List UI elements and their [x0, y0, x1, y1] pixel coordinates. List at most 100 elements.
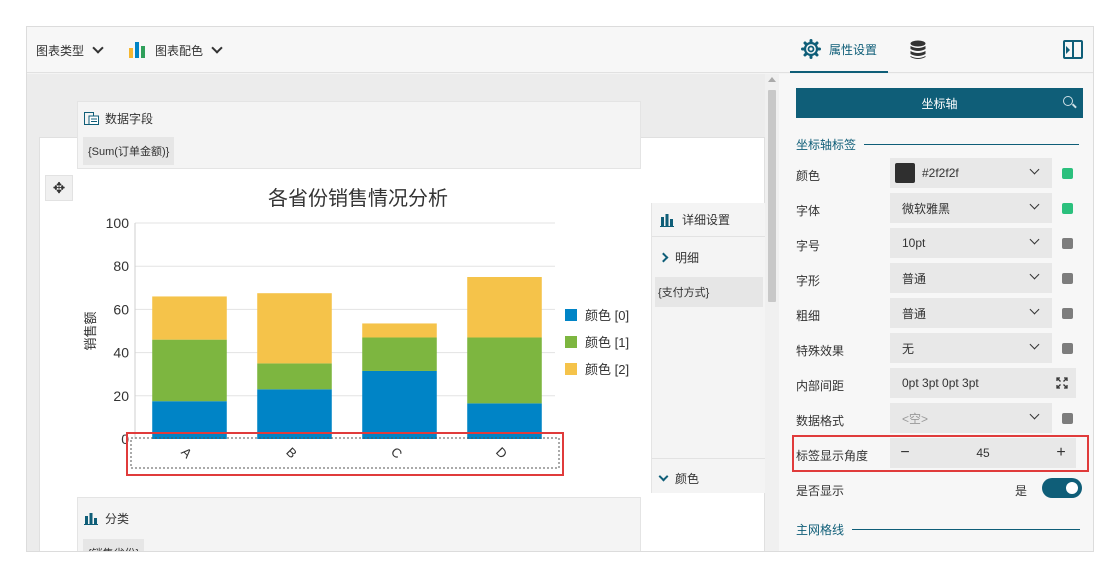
- color-swatch: [895, 163, 915, 183]
- divider: [852, 529, 1081, 530]
- scroll-up-icon[interactable]: [768, 77, 776, 82]
- chevron-down-icon: [1029, 234, 1040, 245]
- chevron-down-icon: [1029, 304, 1040, 315]
- detail-settings-title: 详细设置: [682, 213, 731, 227]
- move-handle-icon[interactable]: ✥: [45, 175, 73, 201]
- chart-type-menu[interactable]: 图表类型: [36, 27, 104, 73]
- prop-label-format: 数据格式: [796, 414, 845, 428]
- chevron-down-icon: [1029, 409, 1040, 420]
- bar-segment: [362, 370, 437, 439]
- expand-icon[interactable]: [1056, 377, 1068, 389]
- gear-icon: [800, 39, 821, 59]
- property-panel: 坐标轴 坐标轴标签 颜色 #2f2f2f 字体 微软雅黑 字号 10pt 字形 …: [779, 74, 1093, 551]
- chevron-down-icon: [1029, 164, 1040, 175]
- y-tick-label: 40: [113, 345, 129, 361]
- effect-value: 无: [902, 341, 915, 356]
- angle-value[interactable]: 45: [920, 438, 1046, 468]
- color-select[interactable]: #2f2f2f: [890, 158, 1052, 188]
- category-icon: [84, 513, 98, 525]
- y-tick-label: 100: [106, 215, 130, 231]
- scroll-thumb[interactable]: [768, 90, 776, 302]
- label-angle-stepper[interactable]: − 45 +: [890, 438, 1076, 468]
- bar-segment: [467, 337, 542, 404]
- category-chip[interactable]: {销售省份}: [83, 539, 145, 551]
- data-field-title: 数据字段: [105, 112, 154, 126]
- payment-method-chip[interactable]: {支付方式}: [655, 277, 763, 307]
- angle-increment-button[interactable]: +: [1046, 438, 1076, 468]
- data-field-chip[interactable]: {Sum(订单金额)}: [83, 137, 175, 165]
- font-weight-select[interactable]: 普通: [890, 298, 1052, 328]
- axis-section-button[interactable]: 坐标轴: [796, 88, 1083, 118]
- toolbar: 图表类型 图表配色 属性设置: [27, 27, 1093, 73]
- effect-indicator[interactable]: [1062, 343, 1073, 354]
- x-tick-label: A: [178, 444, 195, 461]
- font-style-indicator[interactable]: [1062, 273, 1073, 284]
- padding-value: 0pt 3pt 0pt 3pt: [902, 376, 979, 390]
- padding-input[interactable]: 0pt 3pt 0pt 3pt: [890, 368, 1076, 398]
- data-field-icon: [84, 112, 99, 125]
- chevron-down-icon: [658, 471, 669, 482]
- effect-select[interactable]: 无: [890, 333, 1052, 363]
- group-axis-label-text: 坐标轴标签: [796, 138, 857, 152]
- bar-segment: [152, 339, 227, 402]
- detail-color-row[interactable]: 颜色: [652, 458, 766, 498]
- font-size-select[interactable]: 10pt: [890, 228, 1052, 258]
- legend-swatch: [565, 336, 577, 348]
- font-weight-indicator[interactable]: [1062, 308, 1073, 319]
- bar-segment: [257, 389, 332, 439]
- chevron-right-icon: [658, 252, 669, 262]
- database-icon[interactable]: [909, 40, 927, 60]
- prop-label-style: 字形: [796, 274, 821, 288]
- bar-segment: [152, 296, 227, 340]
- category-panel: 分类 {销售省份}: [77, 497, 641, 551]
- legend-swatch: [565, 309, 577, 321]
- chart-title: 各省份销售情况分析: [268, 187, 448, 210]
- designer-window: 图表类型 图表配色 属性设置 数据字段 {Sum(订单金额)} ✥ 详细设置 明…: [26, 26, 1094, 552]
- bar-segment: [362, 323, 437, 338]
- legend-label: 颜色 [2]: [585, 362, 629, 377]
- panel-collapse-icon[interactable]: [1063, 40, 1083, 59]
- bar-chart-icon: [129, 42, 145, 58]
- font-style-select[interactable]: 普通: [890, 263, 1052, 293]
- font-size-indicator[interactable]: [1062, 238, 1073, 249]
- x-tick-label: C: [388, 444, 405, 461]
- prop-label-show: 是否显示: [796, 484, 845, 498]
- font-size-value: 10pt: [902, 236, 926, 250]
- bar-segment: [362, 337, 437, 371]
- legend-label: 颜色 [0]: [585, 308, 629, 323]
- stacked-bar-chart: 各省份销售情况分析 0 20 40 60 80 100 销售额 A B C D 颜色 [0] 颜色 [1]…: [83, 187, 629, 469]
- y-axis-label: 销售额: [83, 311, 98, 350]
- data-format-indicator[interactable]: [1062, 413, 1073, 424]
- bar-segment: [257, 363, 332, 390]
- bar-segment: [152, 401, 227, 439]
- font-indicator[interactable]: [1062, 203, 1073, 214]
- tab-properties-label: 属性设置: [828, 42, 877, 57]
- chart-color-label: 图表配色: [155, 43, 204, 58]
- search-icon[interactable]: [1063, 96, 1073, 106]
- chart-type-label: 图表类型: [36, 43, 85, 58]
- detail-settings-panel: 详细设置 明细 {支付方式} 颜色: [651, 203, 766, 493]
- y-tick-label: 20: [113, 388, 129, 404]
- font-value: 微软雅黑: [902, 201, 951, 216]
- category-title: 分类: [105, 512, 130, 526]
- show-toggle[interactable]: [1042, 478, 1082, 498]
- axis-section-label: 坐标轴: [921, 96, 958, 111]
- font-style-value: 普通: [902, 271, 927, 286]
- data-format-value: <空>: [902, 411, 929, 426]
- data-format-select[interactable]: <空>: [890, 403, 1052, 433]
- chevron-down-icon: [1029, 199, 1040, 210]
- color-indicator[interactable]: [1062, 168, 1073, 179]
- bar-segment: [467, 277, 542, 338]
- prop-label-color: 颜色: [796, 169, 821, 183]
- tab-properties[interactable]: 属性设置: [790, 27, 888, 73]
- prop-label-font: 字体: [796, 204, 821, 218]
- chevron-down-icon: [211, 42, 223, 54]
- y-tick-label: 80: [113, 258, 129, 274]
- angle-decrement-button[interactable]: −: [890, 438, 920, 468]
- canvas-scrollbar[interactable]: [765, 74, 779, 551]
- detail-item-row[interactable]: 明细: [652, 237, 766, 277]
- bar-segment: [257, 293, 332, 364]
- font-select[interactable]: 微软雅黑: [890, 193, 1052, 223]
- chart-color-menu[interactable]: 图表配色: [129, 27, 223, 73]
- y-tick-label: 0: [121, 431, 129, 447]
